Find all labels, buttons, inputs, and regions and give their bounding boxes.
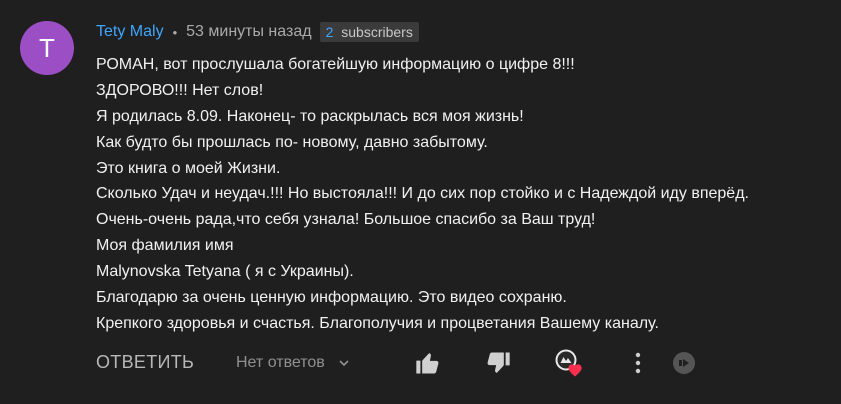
comment-line: ЗДОРОВО!!! Нет слов! xyxy=(96,81,264,99)
comment-line: Крепкого здоровья и счастья. Благополучи… xyxy=(96,314,659,332)
avatar[interactable]: T xyxy=(20,21,74,75)
more-vert-icon[interactable] xyxy=(624,349,652,377)
timestamp[interactable]: 53 минуты назад xyxy=(186,23,311,41)
comment-line: РОМАН, вот прослушала богатейшую информа… xyxy=(96,56,575,73)
comment-header: Tety Maly • 53 минуты назад 2 subscriber… xyxy=(96,20,419,44)
comment-line: Это книга о моей Жизни. xyxy=(96,159,281,177)
comment-line: Malynovska Tetyana ( я с Украины). xyxy=(96,263,354,281)
replies-toggle[interactable]: Нет ответов xyxy=(236,354,349,372)
subscriber-badge: 2 subscribers xyxy=(319,22,419,42)
thumbs-up-icon[interactable] xyxy=(414,349,442,377)
comment-line: Моя фамилия имя xyxy=(96,237,234,255)
separator-dot: • xyxy=(172,24,178,40)
reply-button[interactable]: ОТВЕТИТЬ xyxy=(96,352,194,373)
badge-count: 2 xyxy=(325,24,334,40)
comment-line: Как будто бы прошлась по- новому, давно … xyxy=(96,133,488,151)
creator-heart-icon[interactable] xyxy=(555,349,583,377)
comment-text: РОМАН, вот прослушала богатейшую информа… xyxy=(96,52,749,337)
comment-line: Очень-очень рада,что себя узнала! Большо… xyxy=(96,211,596,229)
badge-label: subscribers xyxy=(341,24,413,40)
replies-label: Нет ответов xyxy=(236,354,325,371)
chevron-down-icon xyxy=(339,360,349,367)
thumbs-down-icon[interactable] xyxy=(484,349,512,377)
comment-actions: ОТВЕТИТЬ Нет ответов xyxy=(96,346,816,380)
comment-thread: T Tety Maly • 53 минуты назад 2 subscrib… xyxy=(0,0,841,404)
creator-badge-icon[interactable] xyxy=(670,349,698,377)
comment-line: Я родилась 8.09. Наконец- то раскрылась … xyxy=(96,107,524,125)
comment-line: Благодарю за очень ценную информацию. Эт… xyxy=(96,289,567,307)
author-name[interactable]: Tety Maly xyxy=(96,23,164,41)
comment-line: Сколько Удач и неудач.!!! Но выстояла!!!… xyxy=(96,185,749,203)
